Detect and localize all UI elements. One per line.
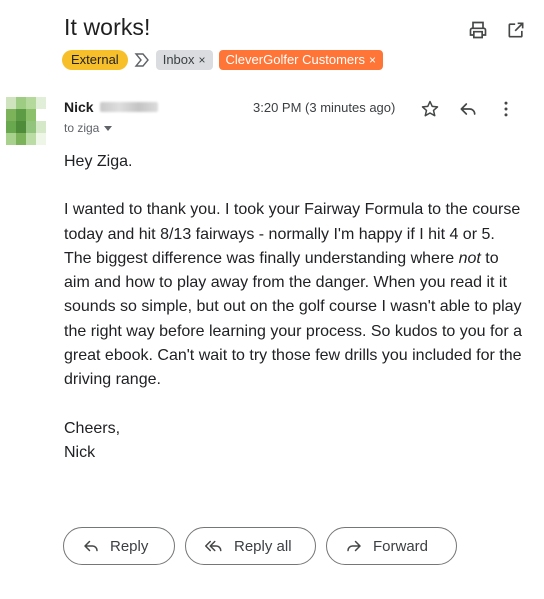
email-body: Hey Ziga. I wanted to thank you. I took …: [64, 150, 524, 465]
body-paragraph: I wanted to thank you. I took your Fairw…: [64, 198, 524, 392]
body-signature: Nick: [64, 443, 96, 461]
recipient-label: to ziga: [64, 121, 100, 135]
body-greeting: Hey Ziga.: [64, 153, 133, 170]
body-emphasis: not: [458, 249, 481, 267]
sender-row: Nick: [64, 99, 158, 115]
forward-icon: [347, 540, 361, 552]
print-icon[interactable]: [466, 18, 490, 42]
reply-actions: Reply Reply all Forward: [63, 527, 457, 565]
clevergolfer-label: CleverGolfer Customers: [225, 52, 365, 67]
body-text-part-1: I wanted to thank you. I took your Fairw…: [64, 201, 521, 267]
reply-icon[interactable]: [454, 97, 482, 121]
top-actions: [466, 18, 528, 42]
dropdown-icon: [104, 126, 113, 131]
remove-inbox-label-icon[interactable]: ×: [199, 50, 206, 70]
inbox-chip: Inbox ×: [155, 50, 213, 70]
label-chips: External Inbox × CleverGolfer Customers …: [62, 50, 383, 70]
reply-all-label: Reply all: [234, 537, 292, 555]
label-arrow-icon[interactable]: [134, 50, 150, 70]
clevergolfer-chip: CleverGolfer Customers ×: [218, 50, 383, 70]
message-actions: [416, 97, 520, 121]
email-view: It works! External Inbox × CleverGolfer …: [0, 0, 544, 599]
inbox-label: Inbox: [162, 52, 195, 67]
external-chip: External: [62, 50, 128, 70]
avatar[interactable]: [6, 97, 46, 145]
star-icon[interactable]: [416, 97, 444, 121]
remove-clevergolfer-label-icon[interactable]: ×: [369, 50, 376, 70]
sender-name[interactable]: Nick: [64, 99, 94, 115]
body-signoff: Cheers,: [64, 419, 121, 437]
reply-all-icon: [205, 540, 222, 552]
reply-all-button[interactable]: Reply all: [185, 527, 316, 565]
forward-label: Forward: [373, 537, 429, 555]
more-vert-icon[interactable]: [492, 97, 520, 121]
reply-button[interactable]: Reply: [63, 527, 175, 565]
sender-email-redacted: [99, 102, 158, 112]
external-label: External: [71, 52, 119, 67]
body-text-part-2: to aim and how to play away from the dan…: [64, 249, 523, 389]
timestamp: 3:20 PM (3 minutes ago): [253, 100, 396, 115]
email-subject: It works!: [64, 14, 151, 40]
forward-button[interactable]: Forward: [326, 527, 457, 565]
reply-icon: [84, 540, 98, 552]
open-in-new-icon[interactable]: [504, 18, 528, 42]
recipient-row[interactable]: to ziga: [64, 121, 113, 135]
reply-label: Reply: [110, 537, 149, 555]
